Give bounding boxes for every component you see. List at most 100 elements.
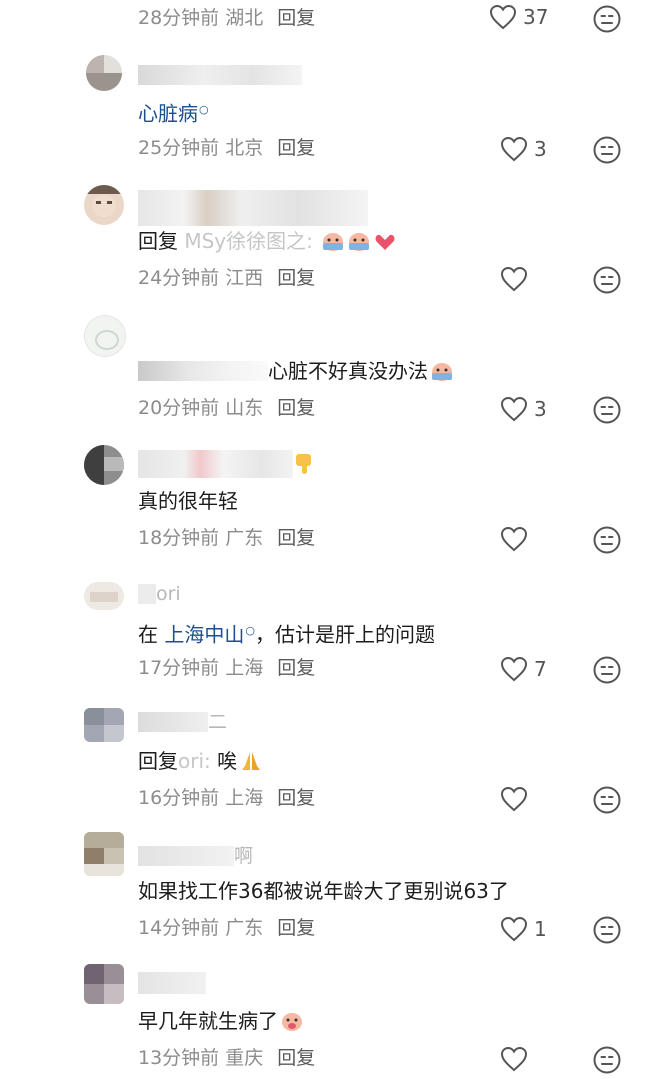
comment-meta: 24分钟前 江西 回复 [138,266,315,290]
like-count: 3 [534,137,547,161]
dislike-icon[interactable] [593,656,621,684]
comment-time: 25分钟前 [138,137,220,159]
heart-icon [489,4,517,30]
like-count: 3 [534,397,547,421]
dislike-icon[interactable] [593,136,621,164]
comment-location: 广东 [225,917,264,939]
like-button[interactable]: 37 [489,4,548,30]
avatar[interactable] [84,445,124,485]
comment-text: 真的很年轻 [138,489,238,513]
crying-emoji-icon [432,363,452,381]
comment-body: 真的很年轻 [138,488,238,514]
avatar[interactable] [84,582,124,610]
like-button[interactable] [500,786,534,812]
heart-icon [500,136,528,162]
reply-target-blurred[interactable]: ori: [178,749,211,773]
dislike-icon[interactable] [593,526,621,554]
comment-time: 13分钟前 [138,1047,220,1069]
avatar[interactable] [84,832,124,876]
like-button[interactable] [500,526,534,552]
comment-meta: 28分钟前 湖北 回复 [138,6,315,30]
avatar[interactable] [84,964,124,1004]
reply-button[interactable]: 回复 [277,7,315,29]
heart-icon [500,916,528,942]
username-blurred[interactable] [138,190,368,226]
like-count: 1 [534,917,547,941]
heart-icon [500,1046,528,1072]
comment-meta: 20分钟前 山东 回复 [138,396,315,420]
heart-hands-emoji-icon [375,234,395,250]
comment-location: 湖北 [225,7,264,29]
location-link[interactable]: 上海中山 [164,623,244,647]
heart-icon [500,266,528,292]
avatar[interactable] [84,185,124,225]
comment-text-prefix: 在 [138,622,158,647]
reply-button[interactable]: 回复 [277,657,315,679]
heart-icon [500,656,528,682]
crying-emoji-icon [323,233,344,251]
dislike-icon[interactable] [593,5,621,33]
comment-time: 24分钟前 [138,267,220,289]
username-blurred[interactable] [138,361,268,381]
comment-body: 心脏不好真没办法 [138,358,454,384]
like-button[interactable] [500,266,534,292]
comment-meta: 17分钟前 上海 回复 [138,656,315,680]
comment-time: 20分钟前 [138,397,220,419]
dislike-icon[interactable] [593,916,621,944]
dislike-icon[interactable] [593,396,621,424]
username[interactable]: 二 [138,712,227,732]
search-icon: ○ [245,624,255,637]
comment-meta: 18分钟前 广东 回复 [138,526,315,550]
username[interactable]: 啊 [138,846,253,866]
comment-location: 广东 [225,527,264,549]
comment-time: 14分钟前 [138,917,220,939]
reply-button[interactable]: 回复 [277,267,315,289]
like-count: 7 [534,657,547,681]
reply-button[interactable]: 回复 [277,137,315,159]
heart-icon [500,526,528,552]
reply-button[interactable]: 回复 [277,397,315,419]
reply-button[interactable]: 回复 [277,787,315,809]
like-button[interactable]: 1 [500,916,547,942]
avatar[interactable] [86,55,122,91]
comment-text: 唉 [217,749,238,773]
dislike-icon[interactable] [593,266,621,294]
comment-time: 17分钟前 [138,657,220,679]
like-button[interactable]: 3 [500,136,547,162]
like-button[interactable] [500,1046,534,1072]
comment-meta: 16分钟前 上海 回复 [138,786,315,810]
reply-button[interactable]: 回复 [277,527,315,549]
praying-hands-emoji-icon [242,752,261,770]
comment-meta: 14分钟前 广东 回复 [138,916,315,940]
comment-time: 16分钟前 [138,787,220,809]
comment-text: ，估计是肝上的问题 [254,622,435,647]
reply-prefix: 回复 [138,749,178,773]
comment-body: 回复ori: 唉 [138,748,263,774]
comment-meta: 25分钟前 北京 回复 [138,136,315,160]
username-blurred[interactable] [138,65,302,85]
reply-button[interactable]: 回复 [277,917,315,939]
crying-emoji-icon [282,1013,302,1031]
comment-meta: 13分钟前 重庆 回复 [138,1046,315,1070]
dislike-icon[interactable] [593,1046,621,1074]
heart-icon [500,396,528,422]
comment-body: 心脏病○ [138,97,209,127]
heart-icon [500,786,528,812]
reply-target-blurred[interactable]: MSy徐徐图之: [184,229,313,253]
avatar[interactable] [84,708,124,742]
comment-body: 早几年就生病了 [138,1008,304,1034]
comment-location: 江西 [225,267,264,289]
crying-emoji-icon [349,233,370,251]
reply-button[interactable]: 回复 [277,1047,315,1069]
comment-location: 上海 [225,657,264,679]
username-blurred[interactable] [138,972,206,994]
like-button[interactable]: 3 [500,396,547,422]
username[interactable]: ori [138,584,181,604]
topic-link[interactable]: 心脏病 [138,102,198,126]
dislike-icon[interactable] [593,786,621,814]
search-icon: ○ [199,103,209,116]
username-blurred[interactable] [138,450,293,478]
avatar[interactable] [84,315,126,357]
comment-location: 上海 [225,787,264,809]
like-button[interactable]: 7 [500,656,547,682]
